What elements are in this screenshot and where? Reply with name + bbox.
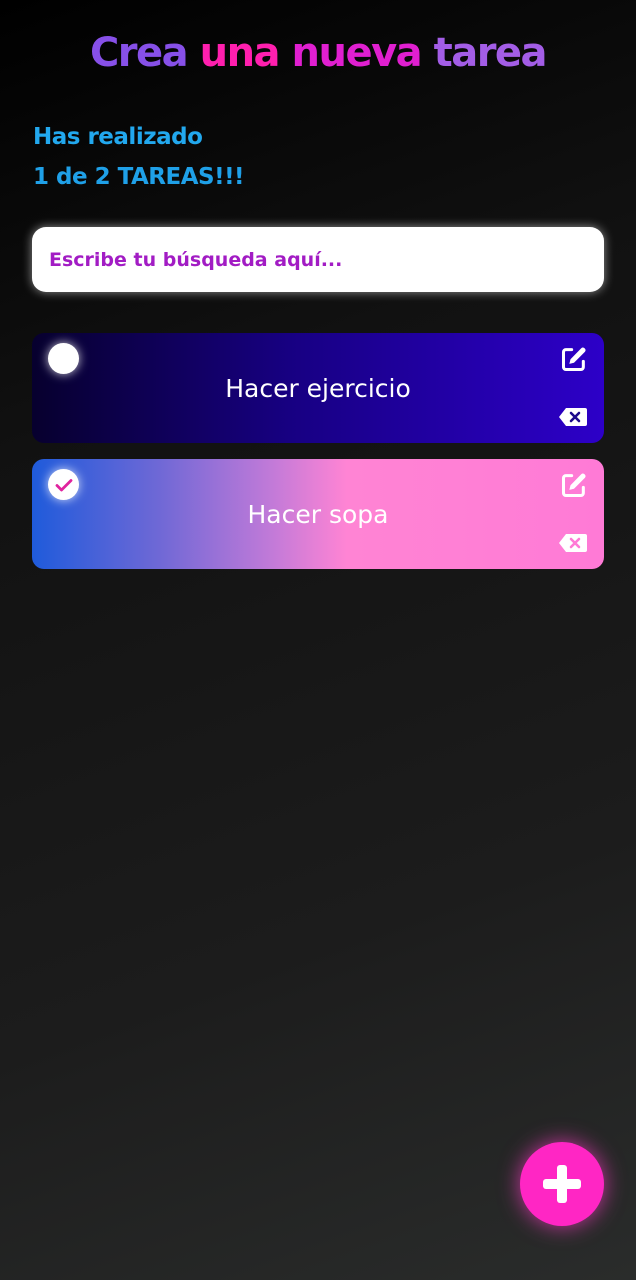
backspace-icon[interactable] (558, 533, 588, 553)
title-word: nueva (291, 30, 422, 76)
page-title: Crea una nueva tarea (0, 30, 636, 76)
counter-line-2: 1 de 2 TAREAS!!! (33, 164, 245, 190)
backspace-icon[interactable] (558, 407, 588, 427)
edit-icon[interactable] (560, 345, 588, 373)
todo-item: Hacer sopa (32, 459, 604, 569)
edit-icon[interactable] (560, 471, 588, 499)
title-word: Crea (89, 30, 189, 76)
add-todo-button[interactable] (520, 1142, 604, 1226)
search-input[interactable] (32, 227, 604, 292)
title-word: una (199, 30, 281, 76)
todo-text: Hacer sopa (247, 499, 389, 529)
todo-text: Hacer ejercicio (225, 373, 411, 403)
title-word: tarea (433, 30, 548, 76)
todo-counter: Has realizado 1 de 2 TAREAS!!! (33, 117, 245, 197)
todo-item: Hacer ejercicio (32, 333, 604, 443)
counter-line-1: Has realizado (33, 124, 203, 150)
plus-icon (543, 1165, 581, 1203)
